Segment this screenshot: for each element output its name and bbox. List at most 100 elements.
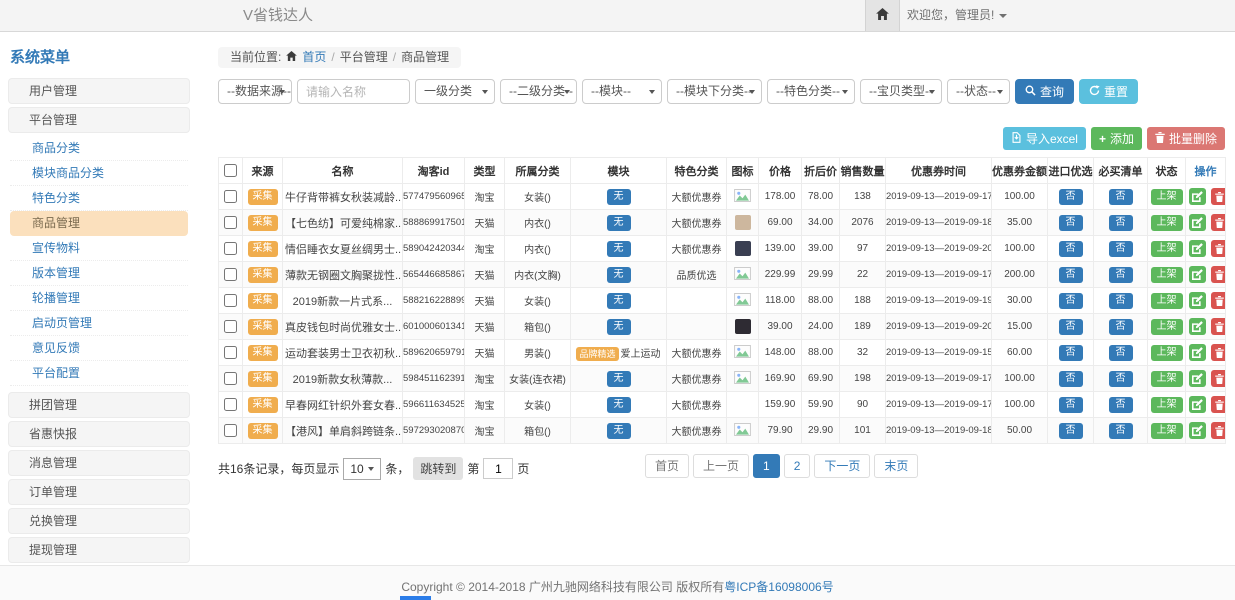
delete-button[interactable] (1211, 240, 1226, 257)
row-checkbox[interactable] (224, 268, 237, 281)
module-sub-category-select[interactable]: --模块下分类-- (667, 79, 762, 104)
item-type-select[interactable]: --宝贝类型-- (860, 79, 942, 104)
sidebar-item-7[interactable]: 版本管理 (10, 261, 188, 286)
status-button[interactable]: 上架 (1151, 345, 1183, 361)
edit-button[interactable] (1189, 396, 1206, 413)
edit-button[interactable] (1189, 188, 1206, 205)
edit-button[interactable] (1189, 370, 1206, 387)
sidebar-item-1[interactable]: 平台管理 (8, 107, 190, 133)
import-select-toggle[interactable]: 否 (1059, 371, 1083, 387)
module-none-badge[interactable]: 无 (607, 319, 631, 335)
sidebar-item-13[interactable]: 省惠快报 (8, 421, 190, 447)
module-select[interactable]: --模块-- (582, 79, 662, 104)
import-select-toggle[interactable]: 否 (1059, 189, 1083, 205)
status-button[interactable]: 上架 (1151, 371, 1183, 387)
edit-button[interactable] (1189, 214, 1206, 231)
import-select-toggle[interactable]: 否 (1059, 397, 1083, 413)
icp-link[interactable]: 粤ICP备16098006号 (724, 580, 833, 594)
module-none-badge[interactable]: 无 (607, 371, 631, 387)
delete-button[interactable] (1211, 344, 1226, 361)
module-none-badge[interactable]: 无 (607, 293, 631, 309)
per-page-select[interactable]: 10 (343, 458, 381, 480)
status-button[interactable]: 上架 (1151, 423, 1183, 439)
status-button[interactable]: 上架 (1151, 267, 1183, 283)
module-none-badge[interactable]: 无 (607, 215, 631, 231)
status-button[interactable]: 上架 (1151, 397, 1183, 413)
jump-button[interactable]: 跳转到 (413, 457, 463, 480)
must-buy-toggle[interactable]: 否 (1109, 293, 1133, 309)
import-select-toggle[interactable]: 否 (1059, 215, 1083, 231)
module-none-badge[interactable]: 无 (607, 241, 631, 257)
pager-button-2[interactable]: 1 (753, 454, 780, 478)
data-source-select[interactable]: --数据来源-- (218, 79, 292, 104)
status-button[interactable]: 上架 (1151, 215, 1183, 231)
sidebar-item-8[interactable]: 轮播管理 (10, 286, 188, 311)
import-select-toggle[interactable]: 否 (1059, 267, 1083, 283)
pager-button-1[interactable]: 上一页 (693, 454, 749, 478)
edit-button[interactable] (1189, 240, 1206, 257)
import-select-toggle[interactable]: 否 (1059, 319, 1083, 335)
edit-button[interactable] (1189, 266, 1206, 283)
must-buy-toggle[interactable]: 否 (1109, 241, 1133, 257)
breadcrumb-home-link[interactable]: 首页 (302, 47, 326, 68)
module-none-badge[interactable]: 无 (607, 423, 631, 439)
row-checkbox[interactable] (224, 424, 237, 437)
edit-button[interactable] (1189, 318, 1206, 335)
batch-delete-button[interactable]: 批量删除 (1147, 127, 1225, 150)
import-select-toggle[interactable]: 否 (1059, 345, 1083, 361)
sidebar-item-17[interactable]: 提现管理 (8, 537, 190, 563)
sidebar-item-12[interactable]: 拼团管理 (8, 392, 190, 418)
add-button[interactable]: + 添加 (1091, 127, 1142, 150)
search-button[interactable]: 查询 (1015, 79, 1074, 104)
import-select-toggle[interactable]: 否 (1059, 423, 1083, 439)
edit-button[interactable] (1189, 344, 1206, 361)
pager-button-5[interactable]: 末页 (874, 454, 918, 478)
row-checkbox[interactable] (224, 190, 237, 203)
status-select[interactable]: --状态-- (947, 79, 1010, 104)
status-button[interactable]: 上架 (1151, 293, 1183, 309)
sidebar-item-14[interactable]: 消息管理 (8, 450, 190, 476)
select-all-checkbox[interactable] (224, 164, 237, 177)
pager-button-3[interactable]: 2 (784, 454, 811, 478)
must-buy-toggle[interactable]: 否 (1109, 423, 1133, 439)
row-checkbox[interactable] (224, 216, 237, 229)
pager-button-4[interactable]: 下一页 (814, 454, 870, 478)
sidebar-item-6[interactable]: 宣传物料 (10, 236, 188, 261)
sidebar-item-11[interactable]: 平台配置 (10, 361, 188, 386)
delete-button[interactable] (1211, 188, 1226, 205)
must-buy-toggle[interactable]: 否 (1109, 397, 1133, 413)
sidebar-item-5[interactable]: 商品管理 (10, 211, 188, 236)
sidebar-item-9[interactable]: 启动页管理 (10, 311, 188, 336)
must-buy-toggle[interactable]: 否 (1109, 267, 1133, 283)
import-excel-button[interactable]: 导入excel (1003, 127, 1086, 150)
sidebar-item-2[interactable]: 商品分类 (10, 136, 188, 161)
must-buy-toggle[interactable]: 否 (1109, 319, 1133, 335)
import-select-toggle[interactable]: 否 (1059, 241, 1083, 257)
must-buy-toggle[interactable]: 否 (1109, 189, 1133, 205)
delete-button[interactable] (1211, 422, 1226, 439)
pager-button-0[interactable]: 首页 (645, 454, 689, 478)
row-checkbox[interactable] (224, 346, 237, 359)
level1-category-select[interactable]: 一级分类 (415, 79, 495, 104)
module-none-badge[interactable]: 无 (607, 189, 631, 205)
must-buy-toggle[interactable]: 否 (1109, 215, 1133, 231)
sidebar-item-4[interactable]: 特色分类 (10, 186, 188, 211)
must-buy-toggle[interactable]: 否 (1109, 371, 1133, 387)
sidebar-item-10[interactable]: 意见反馈 (10, 336, 188, 361)
home-button[interactable] (865, 0, 900, 31)
jump-page-input[interactable] (483, 458, 513, 479)
module-none-badge[interactable]: 无 (607, 267, 631, 283)
status-button[interactable]: 上架 (1151, 319, 1183, 335)
row-checkbox[interactable] (224, 398, 237, 411)
module-none-badge[interactable]: 无 (607, 397, 631, 413)
sidebar-item-16[interactable]: 兑换管理 (8, 508, 190, 534)
delete-button[interactable] (1211, 292, 1226, 309)
must-buy-toggle[interactable]: 否 (1109, 345, 1133, 361)
name-search-input[interactable] (297, 79, 410, 104)
row-checkbox[interactable] (224, 242, 237, 255)
sidebar-item-15[interactable]: 订单管理 (8, 479, 190, 505)
user-menu[interactable]: 欢迎您，管理员! (907, 0, 1007, 31)
row-checkbox[interactable] (224, 294, 237, 307)
row-checkbox[interactable] (224, 320, 237, 333)
delete-button[interactable] (1211, 266, 1226, 283)
